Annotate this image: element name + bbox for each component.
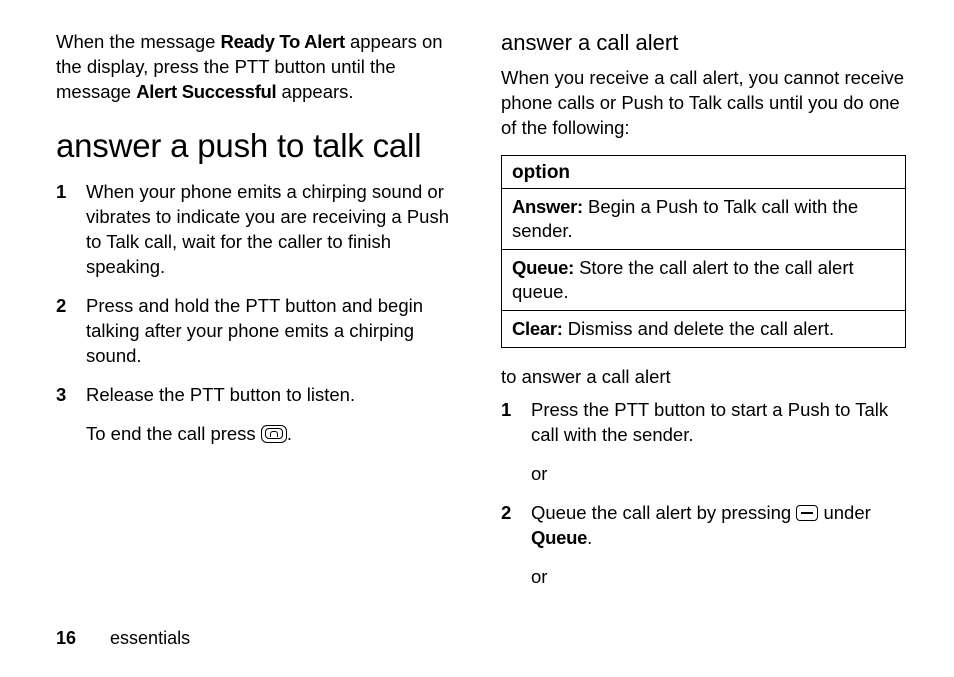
intro-text-post: appears.: [276, 81, 353, 102]
end-call-note: To end the call press .: [56, 422, 461, 447]
intro-paragraph: When the message Ready To Alert appears …: [56, 30, 461, 105]
heading-answer-push-to-talk: answer a push to talk call: [56, 127, 461, 166]
intro-text: When the message: [56, 31, 221, 52]
table-row: Answer: Begin a Push to Talk call with t…: [502, 188, 906, 249]
step-1: When your phone emits a chirping sound o…: [56, 180, 461, 280]
softkey-icon: [796, 505, 818, 521]
end-note-pre: To end the call press: [86, 423, 261, 444]
answer-step-2: Queue the call alert by pressing under Q…: [501, 501, 906, 551]
end-call-icon: [261, 425, 287, 443]
step2-bold: Queue: [531, 527, 587, 548]
sub-heading-to-answer: to answer a call alert: [501, 366, 906, 388]
right-column: answer a call alert When you receive a c…: [501, 30, 906, 600]
step-2: Press and hold the PTT button and begin …: [56, 294, 461, 369]
answer-alert-steps-2: Queue the call alert by pressing under Q…: [501, 501, 906, 551]
answer-step-1: Press the PTT button to start a Push to …: [501, 398, 906, 448]
end-note-post: .: [287, 423, 292, 444]
row-label: Clear:: [512, 318, 563, 339]
answer-alert-steps: Press the PTT button to start a Push to …: [501, 398, 906, 448]
heading-answer-call-alert: answer a call alert: [501, 30, 906, 56]
table-row: Clear: Dismiss and delete the call alert…: [502, 311, 906, 348]
step2-mid: under: [818, 502, 870, 523]
intro-bold-2: Alert Successful: [136, 81, 276, 102]
call-alert-body: When you receive a call alert, you canno…: [501, 66, 906, 141]
step2-pre: Queue the call alert by pressing: [531, 502, 796, 523]
left-column: When the message Ready To Alert appears …: [56, 30, 461, 600]
or-text-1: or: [501, 462, 906, 487]
or-text-2: or: [501, 565, 906, 590]
section-name: essentials: [110, 628, 190, 648]
ptt-steps-list: When your phone emits a chirping sound o…: [56, 180, 461, 408]
option-table: option Answer: Begin a Push to Talk call…: [501, 155, 906, 348]
table-header: option: [502, 155, 906, 188]
step-3: Release the PTT button to listen.: [56, 383, 461, 408]
step2-post: .: [587, 527, 592, 548]
page-number: 16: [56, 628, 76, 648]
intro-bold-1: Ready To Alert: [221, 31, 345, 52]
page-footer: 16 essentials: [56, 628, 190, 649]
row-label: Queue:: [512, 257, 574, 278]
table-row: Queue: Store the call alert to the call …: [502, 250, 906, 311]
row-text: Dismiss and delete the call alert.: [563, 318, 834, 339]
row-label: Answer:: [512, 196, 583, 217]
